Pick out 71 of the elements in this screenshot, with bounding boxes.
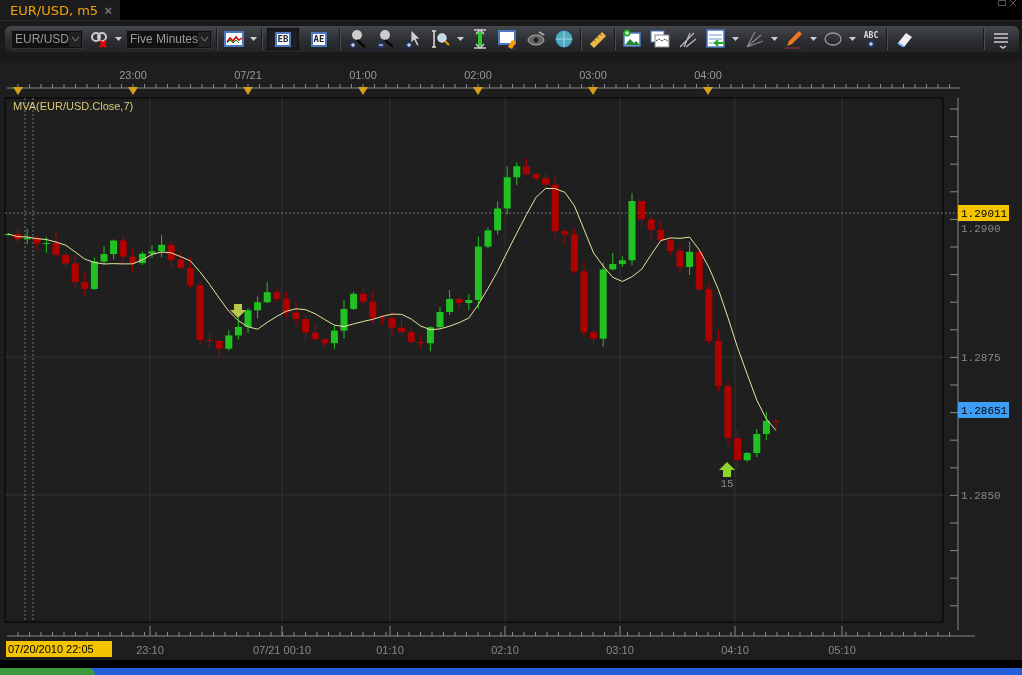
time-label: 02:00 [464, 69, 492, 81]
view-toggle-button[interactable]: EB [267, 28, 299, 50]
magnifier-range-icon [431, 29, 451, 49]
window-pin-icon [498, 29, 518, 49]
time-label: 07/21 00:10 [252, 644, 312, 656]
ellipse-icon [823, 29, 843, 49]
add-picture-icon [622, 29, 642, 49]
line-chart-icon [224, 29, 244, 49]
toolbar-button[interactable] [552, 28, 576, 50]
eye-icon [526, 29, 546, 49]
pointer-icon [403, 29, 423, 49]
price-label: 1.2900 [961, 223, 1001, 235]
zoom-in-icon [347, 29, 367, 49]
time-label: 23:10 [136, 644, 164, 656]
signal-count: 15 [720, 478, 734, 490]
fan-lines-icon [745, 29, 765, 49]
text-tool-button[interactable]: ABC [860, 28, 882, 50]
overlay-windows-icon [650, 29, 670, 49]
toolbar-button[interactable] [704, 28, 728, 50]
time-marker-icon[interactable] [358, 87, 368, 95]
bid-price-tag: 1.29011 [958, 205, 1009, 221]
restore-icon[interactable] [998, 0, 1006, 6]
time-label: 01:00 [349, 69, 377, 81]
time-label: 04:00 [694, 69, 722, 81]
timeframe-dropdown[interactable]: Five Minutes [126, 29, 212, 49]
time-marker-icon[interactable] [243, 87, 253, 95]
caret-icon[interactable] [115, 37, 122, 41]
time-label: 04:10 [721, 644, 749, 656]
time-label: 07/21 [234, 69, 262, 81]
time-label: 01:10 [376, 644, 404, 656]
time-marker-icon[interactable] [128, 87, 138, 95]
chevron-down-icon [200, 37, 208, 41]
pencil-icon [784, 29, 804, 49]
close-button[interactable]: × [104, 2, 112, 18]
ruler-icon [588, 29, 608, 49]
price-label: 1.2850 [961, 490, 1001, 502]
caret-icon[interactable] [771, 37, 778, 41]
arrow-up-icon [719, 462, 735, 477]
time-label: 03:00 [579, 69, 607, 81]
caret-icon[interactable] [810, 37, 817, 41]
indicator-label: MVA(EUR/USD.Close,7) [13, 100, 134, 112]
caret-icon[interactable] [732, 37, 739, 41]
close-icon[interactable] [1010, 0, 1016, 6]
toolbar-button[interactable] [222, 28, 246, 50]
symbol-dropdown[interactable]: EUR/USD [11, 29, 83, 49]
time-label: 05:10 [828, 644, 856, 656]
ask-price-tag: 1.28651 [958, 402, 1009, 418]
cursor-time-tag: 07/20/2010 22:05 [6, 641, 112, 657]
time-marker-icon[interactable] [703, 87, 713, 95]
chart-tab[interactable]: EUR/USD, m5 × [0, 0, 120, 20]
start-button[interactable] [0, 668, 95, 675]
arrow-down-icon [230, 304, 246, 318]
view-toggle-button[interactable]: AE [303, 28, 335, 50]
zoom-out-icon [375, 29, 395, 49]
chevron-down-icon [71, 37, 79, 41]
time-marker-icon[interactable] [13, 87, 23, 95]
caret-icon[interactable] [250, 37, 257, 41]
plus-icon [867, 39, 875, 48]
toolbar-button[interactable] [648, 28, 672, 50]
time-label: 23:00 [119, 69, 147, 81]
time-marker-icon[interactable] [588, 87, 598, 95]
link-break-icon [89, 29, 109, 49]
globe-icon [554, 29, 574, 49]
time-marker-icon[interactable] [473, 87, 483, 95]
tab-title: EUR/USD, m5 [10, 2, 99, 18]
price-label: 1.2875 [961, 352, 1001, 364]
caret-icon[interactable] [457, 37, 464, 41]
toolbar-button[interactable] [620, 28, 644, 50]
time-label: 03:10 [606, 644, 634, 656]
time-label: 02:10 [491, 644, 519, 656]
caret-icon[interactable] [849, 37, 856, 41]
